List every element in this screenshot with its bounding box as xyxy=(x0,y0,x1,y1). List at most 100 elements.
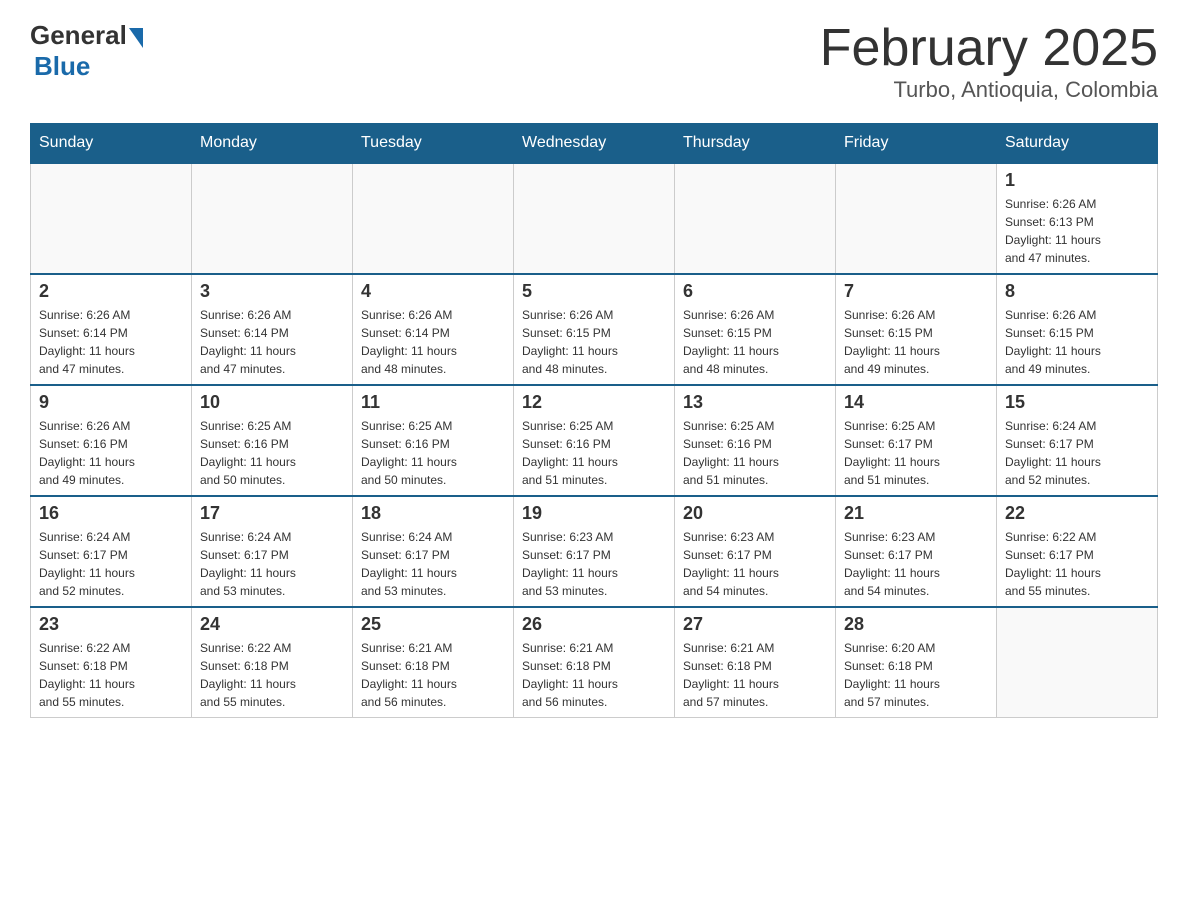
day-info: Sunrise: 6:21 AM Sunset: 6:18 PM Dayligh… xyxy=(522,639,666,711)
calendar-cell: 24 Sunrise: 6:22 AM Sunset: 6:18 PM Dayli… xyxy=(192,607,353,718)
day-info: Sunrise: 6:25 AM Sunset: 6:16 PM Dayligh… xyxy=(683,417,827,489)
day-number: 21 xyxy=(844,503,988,524)
day-info: Sunrise: 6:26 AM Sunset: 6:14 PM Dayligh… xyxy=(361,306,505,378)
calendar-cell: 8 Sunrise: 6:26 AM Sunset: 6:15 PM Daylig… xyxy=(997,274,1158,385)
logo-blue-text: Blue xyxy=(34,51,90,82)
calendar-cell: 12Sunrise: 6:25 AM Sunset: 6:16 PM Dayli… xyxy=(514,385,675,496)
day-number: 1 xyxy=(1005,170,1149,191)
weekday-header-friday: Friday xyxy=(836,124,997,164)
day-info: Sunrise: 6:24 AM Sunset: 6:17 PM Dayligh… xyxy=(39,528,183,600)
logo-general-text: General xyxy=(30,20,127,51)
week-row-3: 9Sunrise: 6:26 AM Sunset: 6:16 PM Daylig… xyxy=(31,385,1158,496)
calendar-cell xyxy=(192,163,353,274)
day-info: Sunrise: 6:24 AM Sunset: 6:17 PM Dayligh… xyxy=(361,528,505,600)
day-info: Sunrise: 6:26 AM Sunset: 6:15 PM Dayligh… xyxy=(683,306,827,378)
day-number: 20 xyxy=(683,503,827,524)
calendar-cell: 13 Sunrise: 6:25 AM Sunset: 6:16 PM Dayli… xyxy=(675,385,836,496)
calendar-cell: 20 Sunrise: 6:23 AM Sunset: 6:17 PM Dayli… xyxy=(675,496,836,607)
calendar-cell: 4 Sunrise: 6:26 AM Sunset: 6:14 PM Daylig… xyxy=(353,274,514,385)
calendar-table: SundayMondayTuesdayWednesdayThursdayFrid… xyxy=(30,123,1158,718)
calendar-cell: 5 Sunrise: 6:26 AM Sunset: 6:15 PM Daylig… xyxy=(514,274,675,385)
logo-arrow-icon xyxy=(129,28,143,48)
calendar-cell: 21 Sunrise: 6:23 AM Sunset: 6:17 PM Dayli… xyxy=(836,496,997,607)
day-info: Sunrise: 6:23 AM Sunset: 6:17 PM Dayligh… xyxy=(683,528,827,600)
day-info: Sunrise: 6:24 AM Sunset: 6:17 PM Dayligh… xyxy=(1005,417,1149,489)
calendar-cell: 1 Sunrise: 6:26 AM Sunset: 6:13 PM Daylig… xyxy=(997,163,1158,274)
weekday-header-thursday: Thursday xyxy=(675,124,836,164)
day-number: 25 xyxy=(361,614,505,635)
day-info: Sunrise: 6:26 AM Sunset: 6:15 PM Dayligh… xyxy=(522,306,666,378)
weekday-header-wednesday: Wednesday xyxy=(514,124,675,164)
calendar-cell: 17Sunrise: 6:24 AM Sunset: 6:17 PM Dayli… xyxy=(192,496,353,607)
calendar-cell: 23 Sunrise: 6:22 AM Sunset: 6:18 PM Dayli… xyxy=(31,607,192,718)
page-header: General Blue February 2025 Turbo, Antioq… xyxy=(30,20,1158,103)
calendar-cell: 14 Sunrise: 6:25 AM Sunset: 6:17 PM Dayli… xyxy=(836,385,997,496)
calendar-cell: 19 Sunrise: 6:23 AM Sunset: 6:17 PM Dayli… xyxy=(514,496,675,607)
day-number: 17 xyxy=(200,503,344,524)
calendar-cell xyxy=(353,163,514,274)
day-number: 16 xyxy=(39,503,183,524)
day-info: Sunrise: 6:25 AM Sunset: 6:16 PM Dayligh… xyxy=(200,417,344,489)
calendar-cell: 25 Sunrise: 6:21 AM Sunset: 6:18 PM Dayli… xyxy=(353,607,514,718)
week-row-5: 23 Sunrise: 6:22 AM Sunset: 6:18 PM Dayli… xyxy=(31,607,1158,718)
calendar-cell: 22 Sunrise: 6:22 AM Sunset: 6:17 PM Dayli… xyxy=(997,496,1158,607)
day-info: Sunrise: 6:26 AM Sunset: 6:16 PM Dayligh… xyxy=(39,417,183,489)
day-info: Sunrise: 6:21 AM Sunset: 6:18 PM Dayligh… xyxy=(683,639,827,711)
weekday-header-monday: Monday xyxy=(192,124,353,164)
calendar-cell xyxy=(836,163,997,274)
week-row-4: 16 Sunrise: 6:24 AM Sunset: 6:17 PM Dayli… xyxy=(31,496,1158,607)
day-info: Sunrise: 6:26 AM Sunset: 6:14 PM Dayligh… xyxy=(39,306,183,378)
day-number: 28 xyxy=(844,614,988,635)
day-number: 24 xyxy=(200,614,344,635)
day-info: Sunrise: 6:26 AM Sunset: 6:14 PM Dayligh… xyxy=(200,306,344,378)
day-info: Sunrise: 6:26 AM Sunset: 6:15 PM Dayligh… xyxy=(1005,306,1149,378)
weekday-header-sunday: Sunday xyxy=(31,124,192,164)
day-number: 4 xyxy=(361,281,505,302)
day-info: Sunrise: 6:21 AM Sunset: 6:18 PM Dayligh… xyxy=(361,639,505,711)
calendar-cell: 7Sunrise: 6:26 AM Sunset: 6:15 PM Daylig… xyxy=(836,274,997,385)
day-number: 6 xyxy=(683,281,827,302)
calendar-cell: 9Sunrise: 6:26 AM Sunset: 6:16 PM Daylig… xyxy=(31,385,192,496)
calendar-cell: 2Sunrise: 6:26 AM Sunset: 6:14 PM Daylig… xyxy=(31,274,192,385)
day-info: Sunrise: 6:22 AM Sunset: 6:17 PM Dayligh… xyxy=(1005,528,1149,600)
day-number: 27 xyxy=(683,614,827,635)
day-number: 22 xyxy=(1005,503,1149,524)
week-row-2: 2Sunrise: 6:26 AM Sunset: 6:14 PM Daylig… xyxy=(31,274,1158,385)
day-info: Sunrise: 6:23 AM Sunset: 6:17 PM Dayligh… xyxy=(522,528,666,600)
calendar-cell xyxy=(675,163,836,274)
day-info: Sunrise: 6:25 AM Sunset: 6:17 PM Dayligh… xyxy=(844,417,988,489)
day-info: Sunrise: 6:25 AM Sunset: 6:16 PM Dayligh… xyxy=(361,417,505,489)
week-row-1: 1 Sunrise: 6:26 AM Sunset: 6:13 PM Daylig… xyxy=(31,163,1158,274)
calendar-cell: 26 Sunrise: 6:21 AM Sunset: 6:18 PM Dayli… xyxy=(514,607,675,718)
calendar-cell: 3 Sunrise: 6:26 AM Sunset: 6:14 PM Daylig… xyxy=(192,274,353,385)
day-number: 23 xyxy=(39,614,183,635)
weekday-header-saturday: Saturday xyxy=(997,124,1158,164)
calendar-title: February 2025 xyxy=(820,20,1158,77)
day-number: 13 xyxy=(683,392,827,413)
day-number: 26 xyxy=(522,614,666,635)
calendar-cell: 10 Sunrise: 6:25 AM Sunset: 6:16 PM Dayli… xyxy=(192,385,353,496)
day-info: Sunrise: 6:23 AM Sunset: 6:17 PM Dayligh… xyxy=(844,528,988,600)
day-info: Sunrise: 6:26 AM Sunset: 6:13 PM Dayligh… xyxy=(1005,195,1149,267)
calendar-cell: 11Sunrise: 6:25 AM Sunset: 6:16 PM Dayli… xyxy=(353,385,514,496)
day-number: 5 xyxy=(522,281,666,302)
title-block: February 2025 Turbo, Antioquia, Colombia xyxy=(820,20,1158,103)
calendar-cell: 16 Sunrise: 6:24 AM Sunset: 6:17 PM Dayli… xyxy=(31,496,192,607)
day-info: Sunrise: 6:20 AM Sunset: 6:18 PM Dayligh… xyxy=(844,639,988,711)
day-number: 14 xyxy=(844,392,988,413)
calendar-cell: 27 Sunrise: 6:21 AM Sunset: 6:18 PM Dayli… xyxy=(675,607,836,718)
day-number: 10 xyxy=(200,392,344,413)
weekday-header-row: SundayMondayTuesdayWednesdayThursdayFrid… xyxy=(31,124,1158,164)
day-number: 3 xyxy=(200,281,344,302)
logo: General Blue xyxy=(30,20,143,82)
calendar-cell: 18Sunrise: 6:24 AM Sunset: 6:17 PM Dayli… xyxy=(353,496,514,607)
calendar-cell xyxy=(31,163,192,274)
day-number: 8 xyxy=(1005,281,1149,302)
day-info: Sunrise: 6:22 AM Sunset: 6:18 PM Dayligh… xyxy=(200,639,344,711)
calendar-cell: 15Sunrise: 6:24 AM Sunset: 6:17 PM Dayli… xyxy=(997,385,1158,496)
day-number: 7 xyxy=(844,281,988,302)
calendar-cell: 28 Sunrise: 6:20 AM Sunset: 6:18 PM Dayli… xyxy=(836,607,997,718)
day-number: 19 xyxy=(522,503,666,524)
calendar-cell: 6 Sunrise: 6:26 AM Sunset: 6:15 PM Daylig… xyxy=(675,274,836,385)
day-info: Sunrise: 6:22 AM Sunset: 6:18 PM Dayligh… xyxy=(39,639,183,711)
